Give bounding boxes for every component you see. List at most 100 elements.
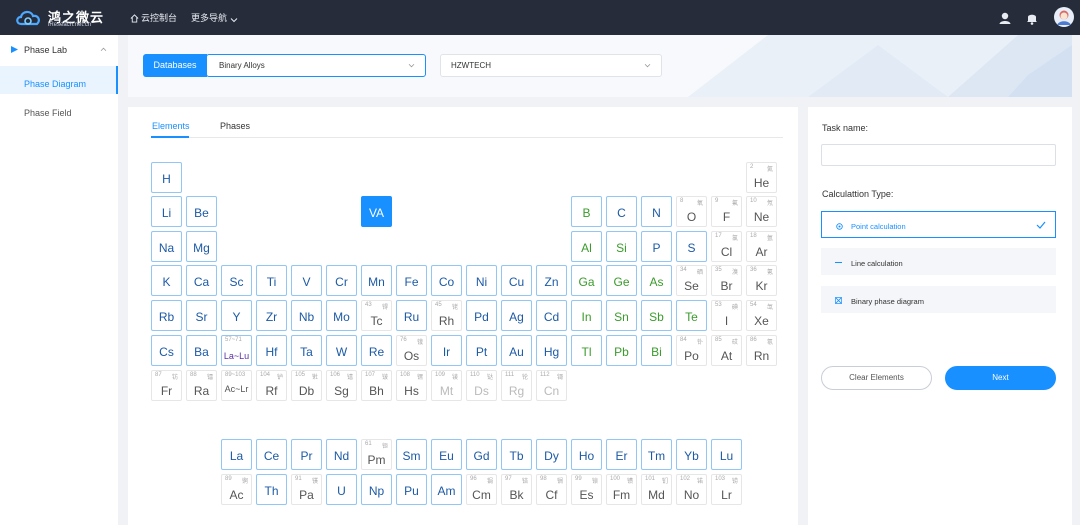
element-cell[interactable]: N [641,196,672,227]
element-cell[interactable]: Mn [361,265,392,296]
element-cell[interactable]: Ge [606,265,637,296]
element-cell[interactable]: Am [431,474,462,505]
element-cell[interactable]: Hf [256,335,287,366]
element-cell[interactable]: Be [186,196,217,227]
element-cell[interactable]: Dy [536,439,567,470]
tab-elements[interactable]: Elements [152,121,190,131]
tab-phases[interactable]: Phases [220,121,250,131]
element-cell[interactable]: Pu [396,474,427,505]
element-cell[interactable]: Bi [641,335,672,366]
element-cell[interactable]: Th [256,474,287,505]
element-cell[interactable]: Co [431,265,462,296]
user-service-icon[interactable] [997,10,1013,26]
element-cell[interactable]: Tb [501,439,532,470]
option-binary-phase-diagram[interactable]: Binary phase diagram [821,286,1056,313]
element-cell[interactable]: Cs [151,335,182,366]
element-cell[interactable]: Pt [466,335,497,366]
element-cell[interactable]: Cu [501,265,532,296]
element-cell[interactable]: Mo [326,300,357,331]
element-cell[interactable]: Pd [466,300,497,331]
element-cell[interactable]: Pr [291,439,322,470]
element-cell[interactable]: Li [151,196,182,227]
element-cell[interactable]: Pb [606,335,637,366]
atomic-number: 111 [505,372,515,378]
element-cell-selected[interactable]: VA [361,196,392,227]
element-cell[interactable]: As [641,265,672,296]
element-cell[interactable]: Al [571,231,602,262]
element-cell[interactable]: Sn [606,300,637,331]
element-cell[interactable]: U [326,474,357,505]
element-cell[interactable]: In [571,300,602,331]
element-cell[interactable]: Gd [466,439,497,470]
element-cell[interactable]: Ni [466,265,497,296]
sidebar-item-phase-diagram[interactable]: Phase Diagram [0,66,118,94]
option-line-calculation[interactable]: Line calculation [821,248,1056,275]
element-cell[interactable]: V [291,265,322,296]
bell-icon[interactable] [1024,10,1040,26]
element-cell[interactable]: Nb [291,300,322,331]
element-cell[interactable]: Tl [571,335,602,366]
element-cell[interactable]: Fe [396,265,427,296]
database-select[interactable]: Binary Alloys [206,54,426,77]
element-symbol: Hf [265,345,278,359]
element-cell[interactable]: La [221,439,252,470]
element-cell[interactable]: Au [501,335,532,366]
tab-divider [151,137,783,138]
element-cell[interactable]: Sc [221,265,252,296]
element-cell[interactable]: Er [606,439,637,470]
element-cell[interactable]: K [151,265,182,296]
element-cell[interactable]: B [571,196,602,227]
more-nav-dropdown[interactable]: 更多导航 [191,11,240,24]
element-cell[interactable]: Hg [536,335,567,366]
avatar[interactable] [1054,7,1074,27]
element-cell[interactable]: Zn [536,265,567,296]
element-cell[interactable]: Ta [291,335,322,366]
element-cell[interactable]: Lu [711,439,742,470]
element-cell[interactable]: Np [361,474,392,505]
element-cell[interactable]: Ce [256,439,287,470]
element-cell[interactable]: Ag [501,300,532,331]
clear-elements-button[interactable]: Clear Elements [821,366,932,390]
element-cell[interactable]: Tm [641,439,672,470]
element-cell[interactable]: Y [221,300,252,331]
element-cell[interactable]: Cd [536,300,567,331]
source-select[interactable]: HZWTECH [440,54,662,77]
element-cell[interactable]: Ga [571,265,602,296]
element-cell[interactable]: W [326,335,357,366]
console-link[interactable]: 云控制台 [130,11,177,24]
logo[interactable]: 鸿之微云 iReseach.net.cn [14,6,124,30]
element-cell[interactable]: Eu [431,439,462,470]
next-button[interactable]: Next [945,366,1056,390]
element-cell[interactable]: Sb [641,300,672,331]
sidebar-group-phase-lab[interactable]: Phase Lab [0,35,118,65]
element-cell[interactable]: Mg [186,231,217,262]
element-cell[interactable]: Sr [186,300,217,331]
atomic-number: 103 [715,476,726,482]
element-cell[interactable]: Si [606,231,637,262]
element-cell[interactable]: Ba [186,335,217,366]
element-cell[interactable]: Ti [256,265,287,296]
element-cell[interactable]: Re [361,335,392,366]
element-cell[interactable]: Rb [151,300,182,331]
option-point-calculation[interactable]: Point calculation [821,211,1056,238]
element-cell[interactable]: Cr [326,265,357,296]
element-cell: 85 砹 At [711,335,742,366]
element-cell[interactable]: Ru [396,300,427,331]
element-cell[interactable]: 57~71 La~Lu [221,335,252,366]
element-cell[interactable]: Ca [186,265,217,296]
element-symbol: Hg [543,345,560,359]
element-cell[interactable]: S [676,231,707,262]
element-cell[interactable]: P [641,231,672,262]
element-cell[interactable]: Ho [571,439,602,470]
element-cell[interactable]: Yb [676,439,707,470]
element-cell[interactable]: Sm [396,439,427,470]
element-cell[interactable]: H [151,162,182,193]
element-cell[interactable]: Na [151,231,182,262]
element-cell[interactable]: C [606,196,637,227]
element-cell[interactable]: Te [676,300,707,331]
sidebar-item-phase-field[interactable]: Phase Field [0,95,118,123]
element-cell[interactable]: Nd [326,439,357,470]
element-cell[interactable]: Ir [431,335,462,366]
task-name-input[interactable] [821,144,1056,166]
element-cell[interactable]: Zr [256,300,287,331]
